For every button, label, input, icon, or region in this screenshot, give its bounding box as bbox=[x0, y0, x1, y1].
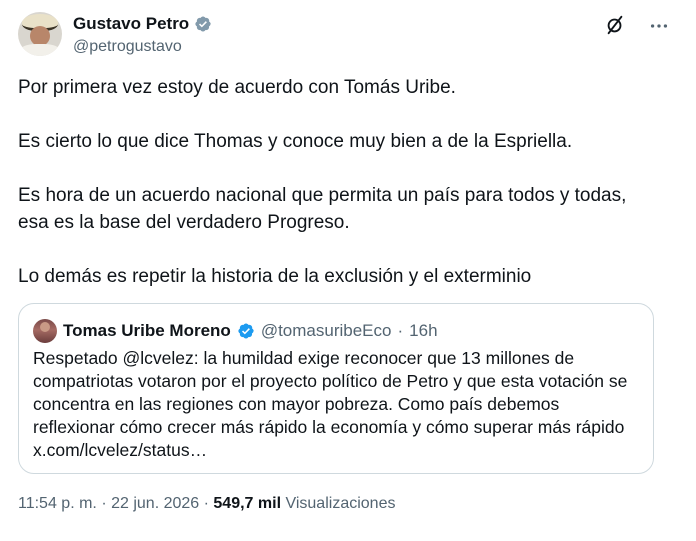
quoted-tweet-header: Tomas Uribe Moreno @tomasuribeEco · 16h bbox=[33, 319, 438, 343]
quoted-author-avatar[interactable] bbox=[33, 319, 57, 343]
quoted-tweet-text: Respetado @lcvelez: la humildad exige re… bbox=[33, 348, 628, 460]
tweet-paragraph: Es cierto lo que dice Thomas y conoce mu… bbox=[18, 131, 573, 152]
quoted-author-name[interactable]: Tomas Uribe Moreno bbox=[63, 321, 231, 341]
views-count: 549,7 mil bbox=[213, 495, 282, 512]
author-display-name[interactable]: Gustavo Petro bbox=[73, 13, 189, 35]
tweet-header: Gustavo Petro @petrogustavo bbox=[18, 12, 678, 62]
tweet-paragraph: Lo demás es repetir la historia de la ex… bbox=[18, 266, 532, 287]
verified-badge-icon bbox=[195, 16, 211, 32]
verified-badge-icon bbox=[238, 323, 254, 339]
views-label: Visualizaciones bbox=[285, 495, 396, 512]
author-avatar[interactable] bbox=[18, 12, 62, 56]
quoted-tweet-time[interactable]: 16h bbox=[409, 321, 437, 341]
quoted-author-handle[interactable]: @tomasuribeEco bbox=[261, 321, 392, 341]
more-icon[interactable] bbox=[648, 15, 670, 37]
quoted-tweet[interactable]: Tomas Uribe Moreno @tomasuribeEco · 16h … bbox=[18, 303, 654, 474]
tweet-time[interactable]: 11:54 p. m. bbox=[18, 495, 97, 512]
separator-dot: · bbox=[397, 321, 404, 340]
author-handle[interactable]: @petrogustavo bbox=[73, 37, 182, 57]
separator-dot: · bbox=[101, 495, 107, 512]
tweet-paragraph: Es hora de un acuerdo nacional que permi… bbox=[18, 185, 627, 233]
tweet-text: Por primera vez estoy de acuerdo con Tom… bbox=[18, 74, 668, 290]
tweet-date[interactable]: 22 jun. 2026 bbox=[111, 495, 199, 512]
separator-dot: · bbox=[203, 495, 209, 512]
author-name-row: Gustavo Petro bbox=[73, 13, 212, 35]
tweet-meta: 11:54 p. m. · 22 jun. 2026 · 549,7 mil V… bbox=[18, 495, 395, 513]
tweet-paragraph: Por primera vez estoy de acuerdo con Tom… bbox=[18, 77, 456, 98]
grok-icon[interactable] bbox=[604, 14, 626, 36]
